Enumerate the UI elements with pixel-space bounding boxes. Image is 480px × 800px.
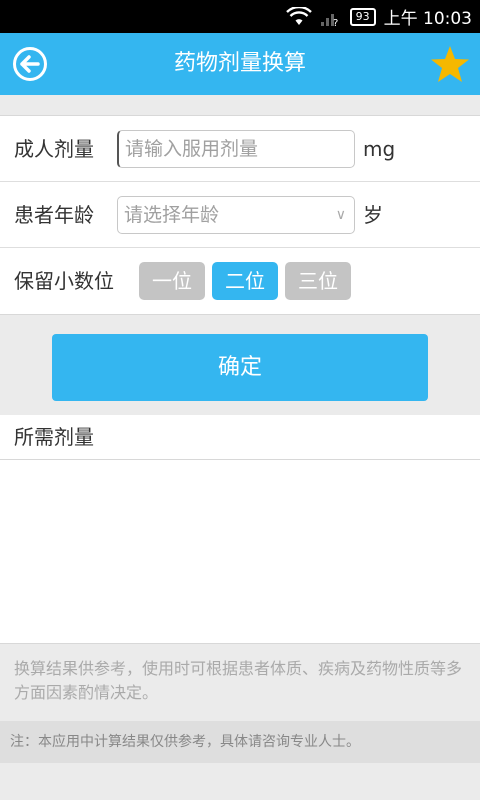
status-bar: ? 93 上午 10:03 — [0, 0, 480, 33]
age-select[interactable]: 请选择年龄 ∨ — [117, 196, 355, 234]
result-panel — [0, 460, 480, 644]
svg-text:?: ? — [333, 18, 338, 27]
wifi-icon — [285, 6, 312, 25]
age-select-value: 请选择年龄 — [124, 204, 220, 226]
confirm-button[interactable]: 确定 — [52, 334, 428, 401]
signal-icon: ? — [320, 13, 338, 27]
dose-row: 成人剂量 请输入服用剂量 mg — [0, 116, 480, 182]
decimals-row: 保留小数位 一位 二位 三位 — [0, 248, 480, 314]
battery-indicator: 93 — [349, 7, 376, 26]
age-unit: 岁 — [363, 203, 383, 227]
note-bar: 注：本应用中计算结果仅供参考，具体请咨询专业人士。 — [0, 721, 480, 763]
decimals-option-2[interactable]: 二位 — [212, 262, 278, 300]
disclaimer-tip: 换算结果供参考，使用时可根据患者体质、疾病及药物性质等多方面因素酌情决定。 — [14, 659, 463, 702]
decimals-option-3[interactable]: 三位 — [285, 262, 351, 300]
star-icon — [431, 46, 469, 82]
dose-input[interactable]: 请输入服用剂量 — [117, 130, 355, 168]
age-label: 患者年龄 — [14, 203, 94, 227]
chevron-down-icon: ∨ — [335, 207, 346, 223]
decimals-option-1[interactable]: 一位 — [139, 262, 205, 300]
clock: 上午 10:03 — [383, 9, 472, 29]
decimals-label: 保留小数位 — [14, 269, 114, 293]
dose-unit: mg — [363, 137, 396, 161]
result-heading: 所需剂量 — [14, 425, 94, 449]
page-title: 药物剂量换算 — [173, 51, 306, 76]
note-text: 注：本应用中计算结果仅供参考，具体请咨询专业人士。 — [10, 734, 360, 750]
dose-form: 成人剂量 请输入服用剂量 mg 患者年龄 请选择年龄 ∨ 岁 保留小数位 一位 … — [0, 115, 480, 315]
dose-label: 成人剂量 — [14, 137, 94, 161]
favorite-button[interactable] — [430, 44, 470, 84]
title-bar: 药物剂量换算 — [0, 33, 480, 95]
result-header: 所需剂量 — [0, 415, 480, 460]
age-row: 患者年龄 请选择年龄 ∨ 岁 — [0, 182, 480, 248]
